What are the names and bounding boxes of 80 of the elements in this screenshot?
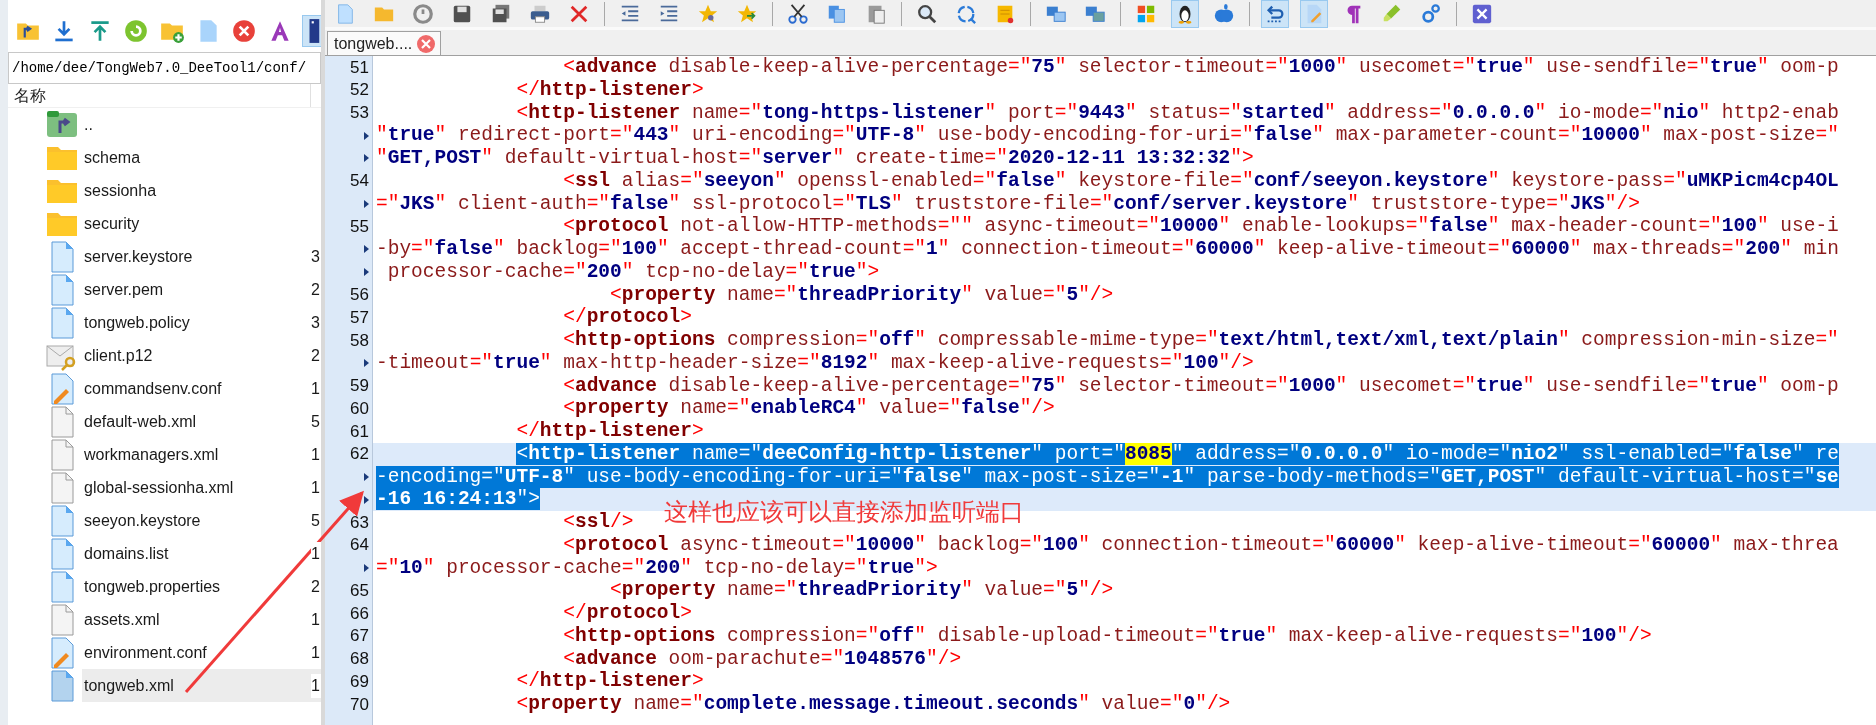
- file-list-item[interactable]: sessionha: [82, 174, 321, 207]
- line-number: 64: [350, 534, 369, 557]
- code-line: <protocol not-allow-HTTP-methods="" async-timeout="10000" enable-lookups="false" max-header-count="100" use-i: [562, 215, 1839, 238]
- wrap-marker-icon: [364, 472, 369, 481]
- file-list-item[interactable]: server.pem 2: [82, 273, 321, 306]
- code-line: </protocol>: [562, 602, 692, 625]
- code-line: "GET,POST" default-virtual-host="server" create-time="2020-12-11 13:32:32">: [376, 147, 1254, 170]
- annotation-text: 这样也应该可以直接添加监听端口: [664, 497, 1024, 527]
- line-number: 66: [350, 602, 369, 625]
- wrap-marker-icon: [364, 495, 369, 504]
- wrap-marker-icon: [364, 268, 369, 277]
- path-field[interactable]: /home/dee/TongWeb7.0_DeeTool1/conf/: [8, 52, 321, 84]
- code-line: <ssl alias="seeyon" openssl-enabled="false" keystore-file="conf/seeyon.keystore" keystore-pass="uMKPicm4cp4OL: [562, 169, 1839, 193]
- wrap-marker-icon: [364, 131, 369, 140]
- code-line: -by="false" backlog="100" accept-thread-count="1" connection-timeout="60000" keep-alive-timeout="60000" max-threads="200" min: [376, 238, 1839, 261]
- code-line: <advance oom-parachute="1048576"/>: [562, 647, 962, 671]
- file-list-item[interactable]: domains.list 1: [82, 537, 321, 570]
- line-number: 52: [350, 79, 369, 102]
- code-line: <property name="threadPriority" value="5"/>: [609, 283, 1114, 307]
- code-line: <http-listener name="deeConfig-http-listener" port="8085" address="0.0.0.0" io-mode="nio2" ssl-enabled="false" re: [515, 442, 1839, 466]
- line-number: 62: [350, 443, 369, 466]
- wrap-marker-icon: [364, 154, 369, 163]
- line-number: 63: [350, 511, 369, 534]
- line-number: 69: [350, 670, 369, 693]
- file-list-item[interactable]: default-web.xml 5: [82, 405, 321, 438]
- code-line: <property name="threadPriority" value="5"/>: [609, 579, 1114, 602]
- file-list-item[interactable]: tongweb.xml 1: [82, 669, 321, 702]
- wrap-marker-icon: [364, 359, 369, 368]
- line-number: 56: [350, 284, 369, 307]
- file-list-item[interactable]: schema: [82, 141, 321, 174]
- wrap-marker-icon: [364, 245, 369, 254]
- code-line: ="JKS" client-auth="false" ssl-protocol="TLS" truststore-file="conf/server.keystore" truststore-type="JKS"/>: [376, 192, 1640, 216]
- close-icon[interactable]: [416, 33, 437, 54]
- file-list-item[interactable]: client.p12 2: [82, 339, 321, 372]
- file-list-item[interactable]: tongweb.policy 3: [82, 306, 321, 339]
- code-line: </http-listener>: [515, 420, 704, 443]
- code-line: <http-options compression="off" compressable-mime-type="text/html,text/xml,text/plain" compression-min-size=": [562, 329, 1839, 352]
- line-number: 55: [350, 215, 369, 238]
- wrap-marker-icon: [364, 563, 369, 572]
- line-number: 67: [350, 625, 369, 648]
- code-line: <advance disable-keep-alive-percentage="75" selector-timeout="1000" usecomet="true" use-sendfile="true" oom-p: [562, 374, 1839, 398]
- file-list-item[interactable]: global-sessionha.xml 1: [82, 471, 321, 504]
- code-line: </http-listener>: [515, 78, 704, 102]
- column-header[interactable]: 名称: [14, 83, 46, 108]
- penguin-icon[interactable]: [1171, 0, 1199, 28]
- code-line: </http-listener>: [515, 670, 704, 693]
- file-list-item[interactable]: security: [82, 207, 321, 240]
- line-number: 53: [350, 102, 369, 125]
- file-list-item[interactable]: tongweb.properties 2: [82, 570, 321, 603]
- file-list-item[interactable]: commandsenv.conf 1: [82, 372, 321, 405]
- code-line: <property name="enableRC4" value="false"/>: [562, 397, 1055, 420]
- line-number: 61: [350, 420, 369, 443]
- line-number: 65: [350, 579, 369, 602]
- file-tab[interactable]: tongweb....: [327, 31, 442, 55]
- code-line: "true" redirect-port="443" uri-encoding="UTF-8" use-body-encoding-for-uri="false" max-parameter-count="10000" max-post-size=": [376, 124, 1839, 147]
- line-number: 59: [350, 375, 369, 398]
- file-list-item[interactable]: environment.conf 1: [82, 636, 321, 669]
- line-number: 70: [350, 693, 369, 716]
- code-line: <property name="complete.message.timeout.seconds" value="0"/>: [515, 693, 1231, 716]
- file-list-item[interactable]: ..: [82, 108, 321, 141]
- code-line: <protocol async-timeout="10000" backlog="100" connection-timeout="60000" keep-alive-timeout="60000" max-threa: [562, 533, 1839, 557]
- file-list-item[interactable]: seeyon.keystore 5: [82, 504, 321, 537]
- code-line: </protocol>: [562, 306, 692, 329]
- file-list-item[interactable]: server.keystore 3: [82, 240, 321, 273]
- code-line: processor-cache="200" tcp-no-delay="true">: [386, 260, 880, 284]
- code-line: <ssl/>: [562, 511, 634, 534]
- code-line: <http-options compression="off" disable-upload-timeout="true" max-keep-alive-requests="100"/>: [562, 624, 1652, 648]
- wrap-marker-icon: [364, 199, 369, 208]
- code-line: -timeout="true" max-http-header-size="8192" max-keep-alive-requests="100"/>: [376, 351, 1254, 375]
- line-number: 57: [350, 306, 369, 329]
- line-number: 54: [350, 170, 369, 193]
- code-line: <http-listener name="tong-https-listener" port="9443" status="started" address="0.0.0.0" io-mode="nio" http2-enab: [515, 101, 1839, 125]
- file-list-item[interactable]: workmanagers.xml 1: [82, 438, 321, 471]
- line-number: 58: [350, 329, 369, 352]
- code-line: ="10" processor-cache="200" tcp-no-delay="true">: [376, 556, 938, 580]
- code-line: <advance disable-keep-alive-percentage="75" selector-timeout="1000" usecomet="true" use-sendfile="true" oom-p: [562, 56, 1839, 79]
- line-number: 68: [350, 648, 369, 671]
- line-number: 60: [350, 397, 369, 420]
- file-list-item[interactable]: assets.xml 1: [82, 603, 321, 636]
- line-number: 51: [350, 56, 369, 79]
